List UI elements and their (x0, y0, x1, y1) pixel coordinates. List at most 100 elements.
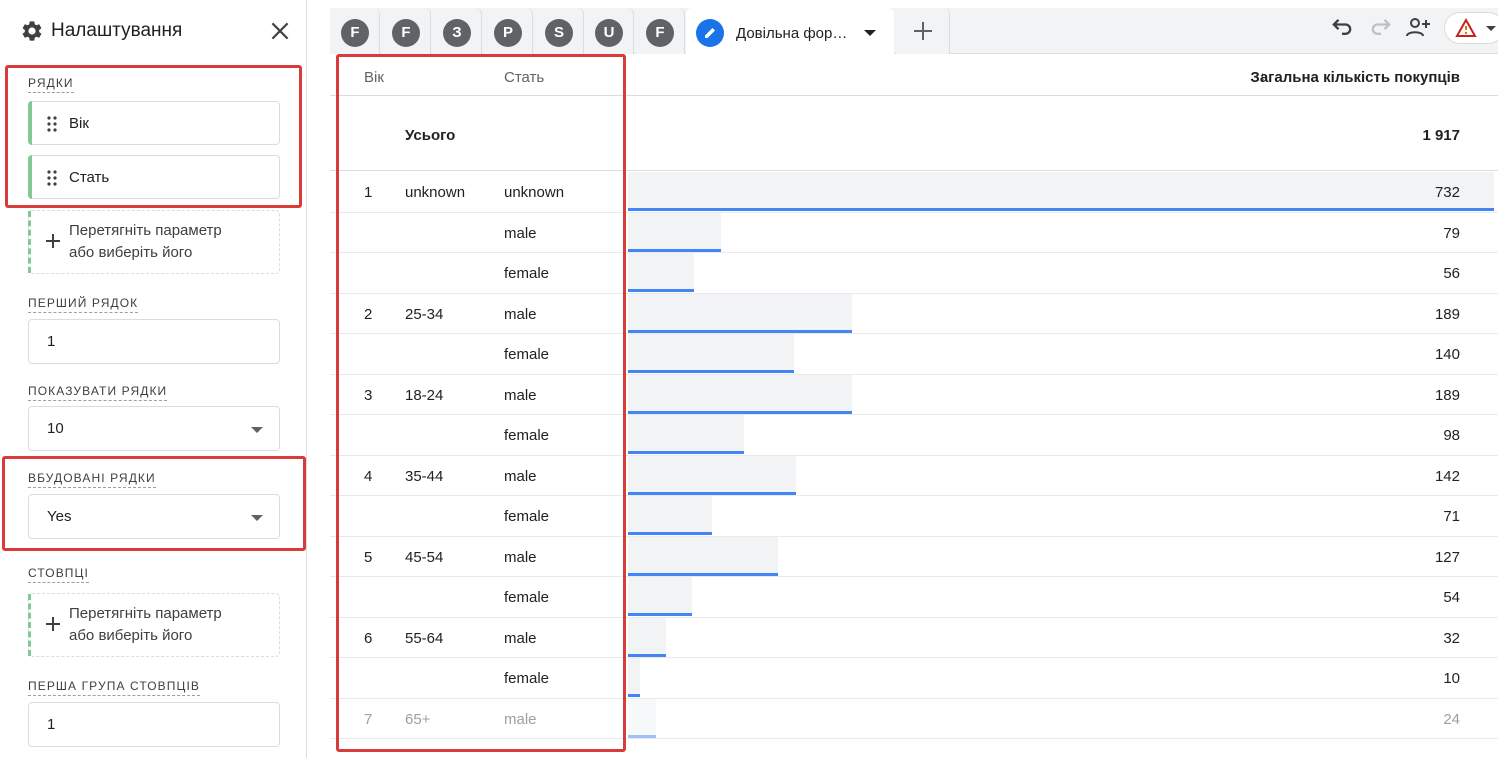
row-chip-gender[interactable]: Стать (28, 155, 280, 199)
row-gender: unknown (504, 184, 565, 201)
rows-section-label: Рядки (28, 76, 74, 93)
show-rows-select[interactable]: 10 (28, 406, 280, 451)
first-row-label: Перший рядок (28, 296, 139, 313)
value-bar-line (628, 410, 852, 414)
row-age: 65+ (405, 710, 431, 728)
row-gender: male (504, 305, 537, 323)
total-value: 1 917 (1422, 127, 1460, 144)
first-col-group-input[interactable]: 1 (28, 702, 280, 747)
row-chip-label: Стать (69, 169, 110, 186)
row-chip-age[interactable]: Вік (28, 101, 280, 145)
tab-2[interactable]: F (381, 8, 431, 54)
table-row[interactable]: 5 45-54 male 127 (330, 536, 1498, 577)
row-chip-label: Вік (69, 115, 89, 132)
row-value: 24 (1443, 710, 1460, 728)
chevron-down-icon[interactable] (864, 30, 876, 36)
drag-handle-icon[interactable] (47, 170, 57, 186)
first-row-input[interactable]: 1 (28, 319, 280, 364)
table-row[interactable]: 2 25-34 male 189 (330, 293, 1498, 334)
row-age: unknown (405, 184, 466, 201)
value-bar (628, 698, 656, 738)
row-index: 5 (364, 548, 373, 566)
value-bar-line (628, 694, 640, 697)
row-index: 4 (364, 467, 373, 485)
tab-5[interactable]: S (534, 8, 584, 54)
nested-rows-select[interactable]: Yes (28, 494, 280, 539)
dropzone-text: Перетягніть параметр або виберіть його (69, 605, 222, 644)
tab-active[interactable]: Довільна фор… (686, 8, 894, 55)
row-value: 140 (1434, 346, 1460, 363)
table-row[interactable]: 7 65+ male 24 (330, 698, 1498, 739)
table-row[interactable]: 3 18-24 male 189 (330, 374, 1498, 415)
chevron-down-icon (1486, 26, 1496, 31)
table-row[interactable]: male 79 (330, 212, 1498, 253)
tab-1[interactable]: F (330, 8, 380, 54)
value-bar-line (628, 451, 744, 454)
undo-icon[interactable] (1328, 14, 1356, 42)
value-bar (628, 617, 666, 657)
row-gender: male (504, 224, 537, 242)
close-icon[interactable] (267, 18, 293, 44)
tab-6[interactable]: U (584, 8, 634, 54)
value-bar (628, 334, 794, 373)
row-gender: male (504, 386, 537, 404)
col-header-metric[interactable]: Загальна кількість покупців (1250, 69, 1460, 86)
row-index: 6 (364, 629, 373, 647)
warning-button[interactable] (1444, 12, 1498, 44)
col-header-age[interactable]: Вік (364, 69, 384, 86)
value-bar-line (628, 734, 656, 738)
row-age: 55-64 (405, 629, 444, 647)
row-age: 25-34 (405, 305, 444, 323)
dropdown-arrow-icon (251, 427, 263, 433)
table-row[interactable]: female 10 (330, 658, 1498, 699)
table-row[interactable]: 4 35-44 male 142 (330, 455, 1498, 496)
pencil-icon (696, 19, 724, 47)
add-tab-button[interactable] (896, 8, 950, 54)
tab-3[interactable]: З (432, 8, 482, 54)
row-gender: female (504, 589, 550, 606)
tab-bar: F F З P S U F Довільна фор… (330, 8, 1498, 55)
table-row[interactable]: 1 unknown unknown 732 (330, 172, 1498, 213)
plus-icon (46, 617, 60, 631)
row-value: 79 (1443, 224, 1460, 242)
value-bar-line (628, 572, 778, 576)
row-index: 2 (364, 305, 373, 323)
rows-dropzone[interactable]: Перетягніть параметр або виберіть його (28, 210, 280, 274)
tab-7[interactable]: F (635, 8, 685, 54)
value-bar (628, 253, 694, 292)
redo-icon[interactable] (1367, 14, 1395, 42)
value-bar (628, 293, 852, 333)
value-bar-line (628, 370, 794, 373)
total-row: Усього 1 917 (330, 97, 1498, 171)
share-user-icon[interactable] (1404, 14, 1432, 42)
dropdown-arrow-icon (251, 515, 263, 521)
table-row[interactable]: 6 55-64 male 32 (330, 617, 1498, 658)
drag-handle-icon[interactable] (47, 116, 57, 132)
value-bar (628, 536, 778, 576)
row-age: 35-44 (405, 467, 444, 485)
row-value: 189 (1434, 305, 1460, 323)
table-row[interactable]: female 71 (330, 496, 1498, 537)
row-value: 54 (1443, 589, 1460, 606)
row-gender: female (504, 265, 550, 282)
value-bar (628, 374, 852, 414)
tab-4[interactable]: P (483, 8, 533, 54)
col-header-gender[interactable]: Стать (504, 69, 544, 86)
value-bar (628, 415, 744, 454)
settings-title: Налаштування (51, 20, 183, 41)
row-value: 732 (1434, 184, 1460, 201)
table-header: Вік Стать ↓ Загальна кількість покупців (330, 54, 1498, 96)
value-bar-line (628, 532, 712, 535)
nested-rows-label: Вбудовані рядки (28, 471, 156, 488)
table-row[interactable]: female 140 (330, 334, 1498, 375)
row-value: 56 (1443, 265, 1460, 282)
table-row[interactable]: female 54 (330, 577, 1498, 618)
show-rows-label: Показувати рядки (28, 384, 168, 401)
table-row[interactable]: female 56 (330, 253, 1498, 294)
columns-dropzone[interactable]: Перетягніть параметр або виберіть його (28, 593, 280, 657)
gear-icon (22, 21, 42, 41)
row-value: 127 (1434, 548, 1460, 566)
value-bar (628, 212, 721, 252)
value-bar (628, 496, 712, 535)
table-row[interactable]: female 98 (330, 415, 1498, 456)
